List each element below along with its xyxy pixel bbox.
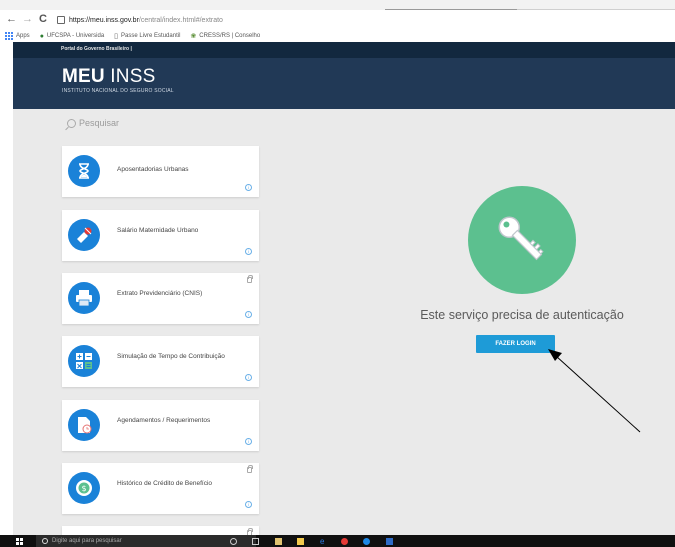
apps-grid-icon (5, 32, 13, 40)
task-view-icon[interactable] (252, 538, 259, 545)
lock-icon (57, 16, 65, 24)
service-card-partial[interactable] (62, 526, 259, 535)
taskbar-search-placeholder: Digite aqui para pesquisar (52, 538, 122, 544)
bookmark-label: CRESS/RS | Conselho (199, 33, 261, 39)
gov-portal-link[interactable]: Portal do Governo Brasileiro | (61, 46, 132, 52)
document-clock-icon (68, 409, 100, 441)
service-label: Simulação de Tempo de Contribuição (117, 353, 225, 360)
info-icon[interactable]: i (245, 311, 252, 318)
url-path: /central/index.html#/extrato (138, 16, 223, 24)
service-search[interactable]: Pesquisar (67, 118, 119, 128)
logo-title-light: INSS (104, 66, 156, 87)
service-label: Aposentadorias Urbanas (117, 166, 189, 173)
logo-title-bold: MEU (62, 66, 105, 87)
browser-tab-strip (0, 0, 675, 10)
microphone-icon[interactable] (230, 538, 237, 545)
hourglass-icon (68, 155, 100, 187)
bookmarks-bar: Apps ● UFCSPA - Universida ▯ Passe Livre… (0, 30, 675, 42)
cress-icon: ❀ (190, 33, 197, 40)
service-label: Agendamentos / Requerimentos (117, 417, 211, 424)
logo-subtitle: INSTITUTO NACIONAL DO SEGURO SOCIAL (62, 88, 174, 94)
site-header: MEU INSS INSTITUTO NACIONAL DO SEGURO SO… (13, 58, 675, 109)
bookmark-cress[interactable]: ❀ CRESS/RS | Conselho (190, 32, 260, 40)
chrome-icon[interactable] (341, 538, 348, 545)
bookmark-label: Passe Livre Estudantil (121, 33, 181, 39)
svg-text:$: $ (81, 484, 86, 493)
search-icon (67, 118, 76, 128)
calculator-icon (68, 345, 100, 377)
meu-inss-logo[interactable]: MEU INSS INSTITUTO NACIONAL DO SEGURO SO… (62, 67, 174, 94)
info-icon[interactable]: i (245, 438, 252, 445)
search-placeholder: Pesquisar (79, 118, 120, 128)
service-card-aposentadorias[interactable]: Aposentadorias Urbanas i (62, 146, 259, 197)
forward-button[interactable]: → (22, 12, 33, 26)
bookmark-label: Apps (16, 33, 30, 39)
service-card-historico-credito[interactable]: $ Histórico de Crédito de Benefício i (62, 463, 259, 514)
lock-icon (247, 275, 253, 283)
ufcspa-icon: ● (39, 32, 44, 40)
logo-title: MEU INSS (62, 67, 174, 86)
auth-required-message: Este serviço precisa de autenticação (420, 308, 624, 322)
gov-portal-strip: Portal do Governo Brasileiro | (13, 42, 675, 58)
reload-button[interactable]: C (39, 12, 47, 26)
bookmark-label: UFCSPA - Universida (46, 33, 105, 39)
bookmark-ufcspa[interactable]: ● UFCSPA - Universida (40, 33, 104, 40)
login-button[interactable]: FAZER LOGIN (476, 335, 555, 353)
taskbar-search[interactable]: Digite aqui para pesquisar (36, 535, 256, 547)
address-bar[interactable]: https://meu.inss.gov.br/central/index.ht… (57, 13, 557, 27)
search-icon (42, 538, 48, 544)
service-label: Histórico de Crédito de Benefício (117, 480, 213, 487)
baby-icon (68, 219, 100, 251)
word-icon[interactable] (386, 538, 393, 545)
windows-taskbar: Digite aqui para pesquisar e (0, 535, 675, 547)
bookmark-passe-livre[interactable]: ▯ Passe Livre Estudantil (114, 32, 180, 40)
dollar-coin-icon: $ (68, 472, 100, 504)
edge-icon[interactable]: e (320, 538, 327, 546)
url-text: https://meu.inss.gov.br/central/index.ht… (69, 17, 223, 24)
store-icon[interactable] (275, 538, 282, 545)
app-icon[interactable] (363, 538, 370, 545)
printer-icon (68, 282, 100, 314)
info-icon[interactable]: i (245, 184, 252, 191)
service-label: Extrato Previdenciário (CNIS) (117, 290, 203, 297)
windows-start-icon[interactable] (16, 538, 23, 545)
page-icon: ▯ (114, 33, 119, 40)
bookmark-apps[interactable]: Apps (5, 32, 30, 40)
back-button[interactable]: ← (6, 12, 17, 26)
url-host: https://meu.inss.gov.br (69, 16, 139, 24)
file-explorer-icon[interactable] (297, 538, 304, 545)
service-card-salario-maternidade[interactable]: Salário Maternidade Urbano i (62, 210, 259, 261)
info-icon[interactable]: i (245, 374, 252, 381)
service-card-agendamentos[interactable]: Agendamentos / Requerimentos i (62, 400, 259, 451)
lock-icon (247, 465, 253, 473)
browser-toolbar: ← → C https://meu.inss.gov.br/central/in… (0, 10, 675, 30)
service-label: Salário Maternidade Urbano (117, 227, 199, 234)
service-card-simulacao[interactable]: Simulação de Tempo de Contribuição i (62, 336, 259, 387)
info-icon[interactable]: i (245, 248, 252, 255)
info-icon[interactable]: i (245, 501, 252, 508)
key-icon (468, 186, 576, 294)
service-card-extrato-cnis[interactable]: Extrato Previdenciário (CNIS) i (62, 273, 259, 324)
